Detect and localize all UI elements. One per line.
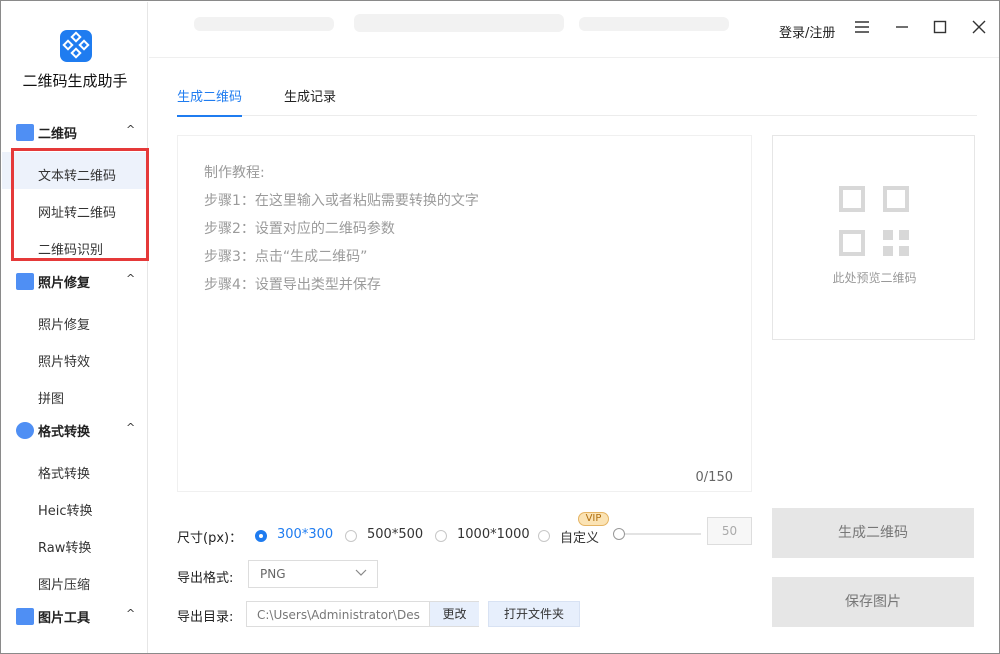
export-directory-value: C:\Users\Administrator\Des: [257, 608, 420, 622]
app-window: 二维码生成助手 二维码 ^ 文本转二维码 网址转二维码 二维码识别 照片修复 ^…: [0, 0, 1000, 654]
size-option-1000[interactable]: 1000*1000: [457, 527, 530, 542]
image-tools-section-icon: [16, 608, 34, 625]
change-directory-button[interactable]: 更改: [429, 602, 479, 626]
char-counter: 0/150: [695, 470, 733, 485]
title-bar: 登录/注册: [149, 2, 999, 58]
format-select[interactable]: PNG: [248, 560, 378, 588]
sidebar-item-raw-convert[interactable]: Raw转换: [2, 524, 147, 561]
section-qrcode[interactable]: 二维码 ^: [2, 115, 147, 149]
sidebar-item-cutout-background[interactable]: 抠图换背景: [2, 636, 147, 653]
preview-placeholder-text: 此处预览二维码: [832, 271, 917, 285]
tutorial-step: 步骤3：点击“生成二维码”: [204, 249, 368, 265]
qr-preview-panel: 此处预览二维码: [772, 135, 975, 340]
tutorial-heading: 制作教程:: [204, 165, 265, 181]
size-radio-custom[interactable]: [538, 530, 550, 542]
sidebar-item-format-convert[interactable]: 格式转换: [2, 450, 147, 487]
minimize-icon[interactable]: [893, 20, 911, 38]
directory-label: 导出目录:: [177, 610, 234, 625]
section-image-tools[interactable]: 图片工具 ^: [2, 599, 147, 633]
format-label: 导出格式:: [177, 571, 234, 586]
size-radio-500[interactable]: [345, 530, 357, 542]
tab-bar: 生成二维码 生成记录: [177, 86, 977, 117]
vip-badge: VIP: [578, 512, 609, 526]
blurred-region: [194, 17, 334, 31]
size-option-500[interactable]: 500*500: [367, 527, 423, 542]
login-register-link[interactable]: 登录/注册: [779, 22, 835, 41]
menu-icon[interactable]: [853, 20, 871, 38]
tutorial-step: 步骤1：在这里输入或者粘贴需要转换的文字: [204, 193, 479, 209]
qrcode-section-icon: [16, 124, 34, 141]
section-label: 照片修复: [38, 276, 91, 291]
format-value: PNG: [260, 567, 286, 581]
export-directory-field[interactable]: C:\Users\Administrator\Des 更改: [246, 601, 479, 627]
custom-size-input[interactable]: 50: [707, 517, 752, 545]
section-format-convert[interactable]: 格式转换 ^: [2, 413, 147, 447]
photo-section-icon: [16, 273, 34, 290]
slider-track: [619, 533, 701, 535]
custom-size-slider[interactable]: [613, 528, 701, 540]
size-radio-300[interactable]: [255, 530, 267, 542]
tab-generate-qr[interactable]: 生成二维码: [177, 86, 243, 117]
sidebar-item-photo-repair[interactable]: 照片修复: [2, 301, 147, 338]
highlight-box: [11, 148, 149, 261]
section-photo-repair[interactable]: 照片修复 ^: [2, 264, 147, 298]
size-option-custom[interactable]: 自定义: [560, 527, 599, 546]
section-label: 二维码: [38, 127, 78, 142]
sidebar-item-image-compress[interactable]: 图片压缩: [2, 561, 147, 598]
tutorial-step: 步骤2：设置对应的二维码参数: [204, 221, 395, 237]
tutorial-step: 步骤4：设置导出类型并保存: [204, 277, 381, 293]
section-label: 图片工具: [38, 611, 91, 626]
size-radio-1000[interactable]: [435, 530, 447, 542]
app-title: 二维码生成助手: [22, 72, 128, 90]
chevron-up-icon[interactable]: ^: [126, 123, 135, 136]
sidebar-item-collage[interactable]: 拼图: [2, 375, 147, 412]
maximize-icon[interactable]: [931, 20, 949, 38]
slider-handle[interactable]: [613, 528, 625, 540]
sidebar-item-photo-effects[interactable]: 照片特效: [2, 338, 147, 375]
chevron-down-icon: [355, 566, 367, 581]
size-option-300[interactable]: 300*300: [277, 527, 333, 542]
blurred-region: [354, 14, 564, 32]
save-image-button[interactable]: 保存图片: [772, 577, 974, 627]
chevron-up-icon[interactable]: ^: [126, 607, 135, 620]
convert-section-icon: [16, 422, 34, 439]
close-icon[interactable]: [970, 20, 988, 38]
open-folder-button[interactable]: 打开文件夹: [488, 601, 580, 627]
chevron-up-icon[interactable]: ^: [126, 272, 135, 285]
tab-history[interactable]: 生成记录: [284, 86, 336, 116]
chevron-up-icon[interactable]: ^: [126, 421, 135, 434]
size-label: 尺寸(px)：: [177, 531, 243, 546]
sidebar-item-heic-convert[interactable]: Heic转换: [2, 487, 147, 524]
generate-qr-button[interactable]: 生成二维码: [772, 508, 974, 558]
sidebar: 二维码生成助手 二维码 ^ 文本转二维码 网址转二维码 二维码识别 照片修复 ^…: [2, 2, 148, 653]
section-label: 格式转换: [38, 425, 91, 440]
blurred-region: [579, 17, 729, 31]
text-input-area[interactable]: 制作教程: 步骤1：在这里输入或者粘贴需要转换的文字 步骤2：设置对应的二维码参…: [177, 135, 752, 492]
app-logo-icon: [60, 30, 92, 62]
